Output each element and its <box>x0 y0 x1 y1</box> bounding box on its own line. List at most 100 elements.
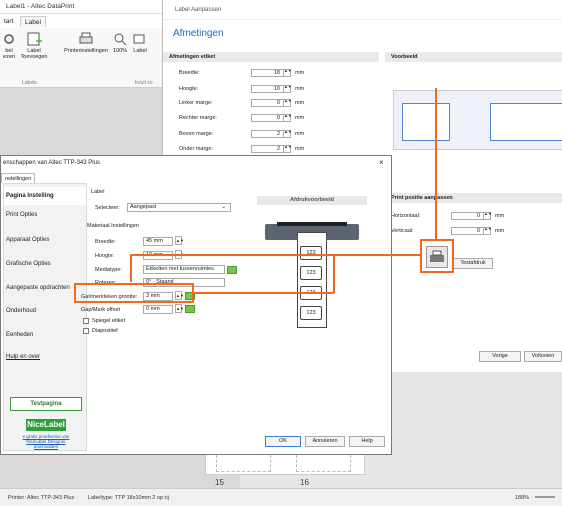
nav-units[interactable]: Eenheden <box>4 326 86 344</box>
add-label-button[interactable]: Label Toevoegen <box>20 32 48 60</box>
testpage-button[interactable]: Testpagina <box>10 397 82 411</box>
bottom-margin-label: Onder marge: <box>179 146 213 152</box>
left-margin-label: Linker marge: <box>179 100 213 106</box>
app-title: Label1 - Altec DataPrint <box>6 3 75 10</box>
bottom-margin-spinner[interactable]: ▲▼ <box>283 145 292 153</box>
bottom-margin-row: Onder marge: 2 ▲▼ mm <box>179 144 329 154</box>
height-spinner[interactable]: ▲▼ <box>283 85 292 93</box>
mirror-label-text: Spiegel etiket <box>92 318 126 324</box>
right-margin-label: Rechter marge: <box>179 115 217 121</box>
diapositive-checkbox[interactable] <box>83 328 89 334</box>
nav-print-options[interactable]: Print Opties <box>4 206 86 224</box>
height-unit: mm <box>295 86 305 92</box>
mediatype-info-button[interactable] <box>227 266 237 274</box>
horizontal-unit: mm <box>495 213 505 219</box>
mediatype-dropdown[interactable]: Etiketten met tussenruimtes <box>143 265 225 274</box>
right-margin-unit: mm <box>295 115 305 121</box>
top-margin-row: Boven marge: 2 ▲▼ mm <box>179 129 329 139</box>
status-zoom: 188% <box>515 495 530 501</box>
nicelabel-logo: NiceLabel <box>26 419 66 431</box>
status-printer: Printer: Altec TTP-343 Plus <box>8 495 75 501</box>
mirror-label-checkbox[interactable] <box>83 318 89 324</box>
nav-page-setup[interactable]: Pagina Instelling <box>4 187 86 205</box>
bottom-margin-unit: mm <box>295 146 305 152</box>
nicelabel-download-link[interactable]: e gratis proefversie van NiceLabel Desig… <box>6 434 86 449</box>
select-label: Selecteer: <box>95 205 120 211</box>
nav-device-options[interactable]: Apparaat Opties <box>4 231 86 249</box>
top-margin-spinner[interactable]: ▲▼ <box>283 130 292 138</box>
vertical-spinner[interactable]: ▲▼ <box>483 227 492 235</box>
select-dropdown[interactable]: Aangepast ⌄ <box>127 203 231 212</box>
select-value: Aangepast <box>130 204 157 210</box>
top-margin-unit: mm <box>295 131 305 137</box>
testprint-button[interactable]: Testafdruk <box>453 258 493 269</box>
status-labeltype: Labeltype: TTP 18x10mm 2 op rij <box>88 495 169 501</box>
group-zoom: In/uit zo <box>135 80 153 86</box>
width-spinner[interactable]: ▲▼ <box>283 69 292 77</box>
gap-offset-spinner[interactable]: ▲▼ <box>175 304 184 313</box>
gap-offset-input[interactable]: 0 mm <box>143 305 173 314</box>
tab-settings[interactable]: nstellingen <box>1 173 36 183</box>
nav-graphic-options[interactable]: Grafische Opties <box>4 255 86 273</box>
left-margin-row: Linker marge: 0 ▲▼ mm <box>179 98 329 108</box>
wizard-heading: Afmetingen <box>173 28 224 39</box>
add-document-icon <box>27 32 42 46</box>
width-input[interactable]: 45 mm <box>143 237 173 246</box>
diapositive-text: Diapositief <box>92 328 118 334</box>
callout-line <box>130 254 132 282</box>
callout-line <box>194 292 334 294</box>
highlight-printer-button <box>420 239 454 273</box>
callout-line <box>333 255 335 293</box>
close-icon[interactable]: × <box>379 156 384 170</box>
left-margin-spinner[interactable]: ▲▼ <box>283 99 292 107</box>
right-margin-spinner[interactable]: ▲▼ <box>283 114 292 122</box>
width-label: Breedte: <box>95 239 116 245</box>
cancel-button[interactable]: Annuleren <box>305 436 345 447</box>
vertical-unit: mm <box>495 228 505 234</box>
help-button[interactable]: Help <box>349 436 385 447</box>
gear-icon <box>4 34 14 44</box>
printer-icon <box>79 32 93 44</box>
preview-label <box>490 103 562 141</box>
width-spinner[interactable]: ▲▼ <box>175 236 184 245</box>
width-label: Breedte: <box>179 70 200 76</box>
preview-header: Afdrukvoorbeeld <box>257 196 367 205</box>
zoom-100-button[interactable]: 100% <box>112 32 128 54</box>
width-unit: mm <box>295 70 305 76</box>
printer-settings-text: Printerinstellingen <box>64 48 108 54</box>
callout-line <box>435 88 437 240</box>
printer-slot <box>277 222 347 226</box>
vertical-label: Verticaal: <box>391 228 414 234</box>
wizard-title: Label Aanpassen <box>175 7 222 13</box>
left-margin-unit: mm <box>295 100 305 106</box>
zoom-icon <box>114 33 127 46</box>
previous-button[interactable]: Vorige <box>479 351 521 362</box>
label-zoom-button[interactable]: Label <box>132 32 148 54</box>
tab-label[interactable]: Label <box>20 16 46 27</box>
preview-label-4: 123 <box>300 306 322 320</box>
horizontal-spinner[interactable]: ▲▼ <box>483 212 492 220</box>
top-margin-label: Boven marge: <box>179 131 214 137</box>
props-nav: Pagina Instelling Print Opties Apparaat … <box>3 183 87 451</box>
tab-start[interactable]: tart <box>0 16 17 27</box>
page-number: 15 <box>215 478 224 487</box>
preview-label <box>402 103 450 141</box>
zoom-100-text: 100% <box>112 48 128 54</box>
gap-offset-info-button[interactable] <box>185 305 195 313</box>
printer-settings-button[interactable]: Printerinstellingen <box>62 32 110 54</box>
zoom-slider[interactable] <box>535 496 555 498</box>
chevron-down-icon: ⌄ <box>221 204 226 210</box>
nav-maintenance[interactable]: Onderhoud <box>4 302 86 320</box>
read-label-button[interactable]: bel ezen <box>0 32 18 60</box>
material-header: Materiaal Instellingen <box>87 223 139 229</box>
preview-label-1: 123 <box>300 246 322 260</box>
highlight-gap-size <box>74 283 194 303</box>
preview-label-2: 123 <box>300 266 322 280</box>
read-label-text: bel ezen <box>3 48 15 60</box>
finish-button[interactable]: Voltooien <box>524 351 562 362</box>
ok-button[interactable]: OK <box>265 436 301 447</box>
status-bar: Printer: Altec TTP-343 Plus Labeltype: T… <box>0 488 562 506</box>
nav-help-about[interactable]: Hulp en over <box>4 348 86 366</box>
label-group-title: Label <box>91 189 105 195</box>
height-label: Hoogte: <box>179 86 199 92</box>
